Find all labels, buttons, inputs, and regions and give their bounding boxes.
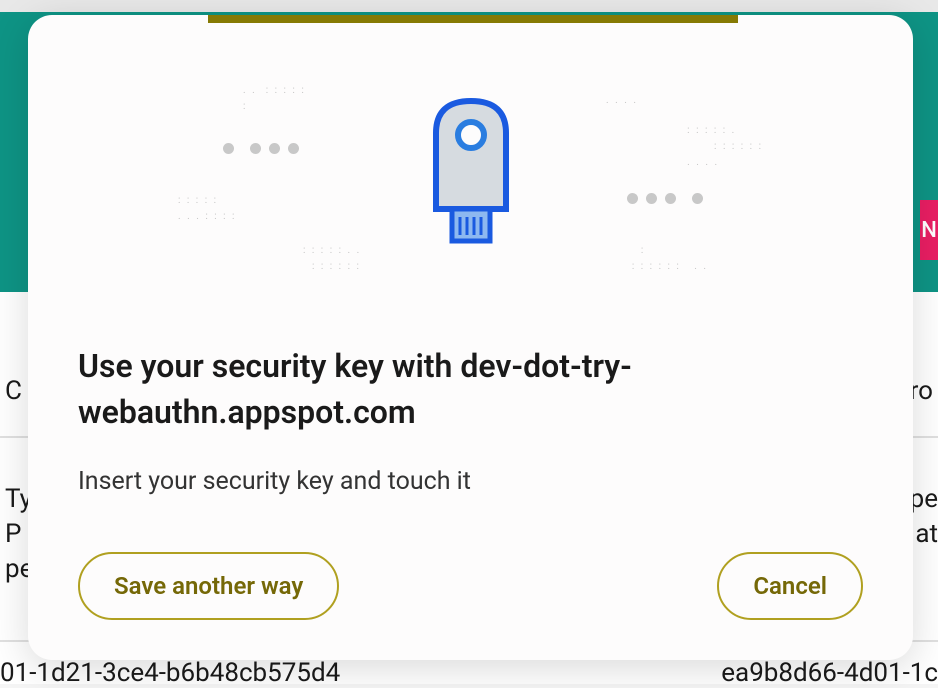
decorative-dots: :: : : : : : . . <box>632 243 708 275</box>
security-key-icon <box>416 93 526 253</box>
bg-text-fragment: pe at <box>910 482 938 552</box>
illustration-area: . . : : : : :: : : : : :. . . : : : : : … <box>28 43 913 303</box>
page-badge-fragment: N <box>920 200 938 260</box>
decorative-dots <box>627 193 703 204</box>
decorative-dots: : : : : : . . : : : : : : <box>303 243 361 275</box>
dialog-subtitle: Insert your security key and touch it <box>78 464 863 499</box>
dialog-content: Use your security key with dev-dot-try-w… <box>28 303 913 499</box>
dialog-accent-bar <box>208 15 738 23</box>
bg-text-fragment: C <box>5 376 22 406</box>
security-key-dialog: . . : : : : :: : : : : :. . . : : : : : … <box>28 15 913 660</box>
dialog-actions: Save another way Cancel <box>78 552 863 620</box>
browser-chrome-fragment <box>0 0 938 12</box>
cancel-button[interactable]: Cancel <box>717 552 863 620</box>
decorative-dots: . . : : : : :: <box>243 83 306 115</box>
decorative-dots: : : : : :. . . : : : : <box>178 193 236 225</box>
dialog-title: Use your security key with dev-dot-try-w… <box>78 343 863 436</box>
save-another-way-button[interactable]: Save another way <box>78 552 339 620</box>
decorative-dots: : : : : : . : : : : : :. . . . <box>687 123 763 171</box>
decorative-dots <box>223 143 299 154</box>
decorative-dots: . . . . <box>606 93 638 109</box>
bg-text-fragment: ro <box>910 376 933 406</box>
